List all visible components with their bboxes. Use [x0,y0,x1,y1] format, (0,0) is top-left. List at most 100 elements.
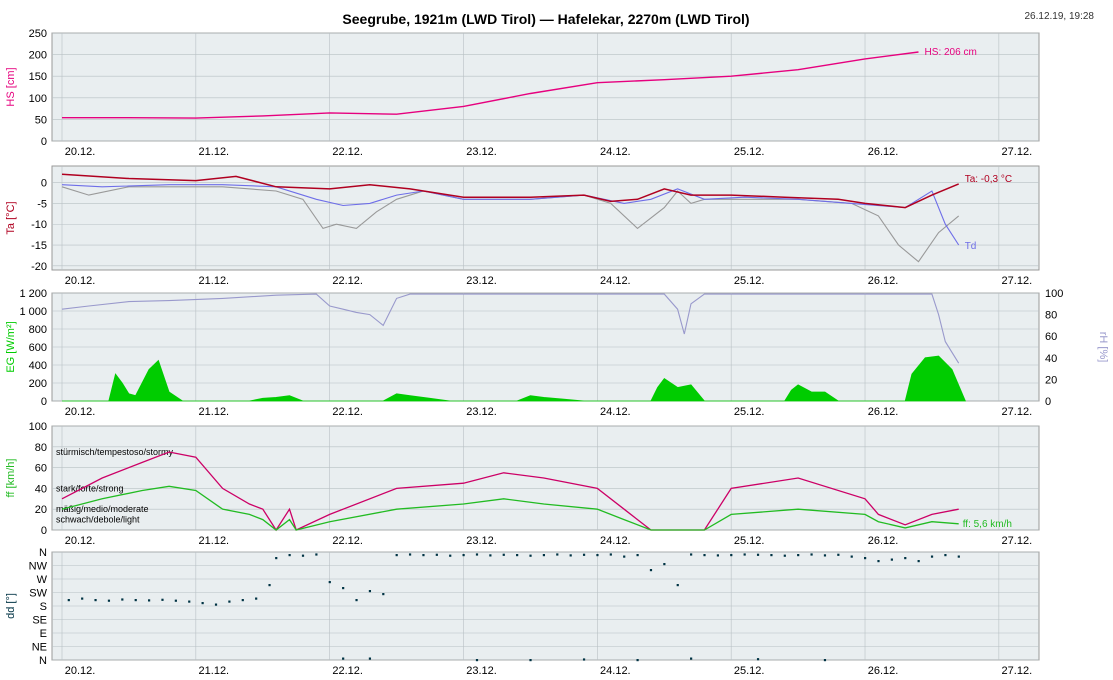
x-tick-label: 23.12. [466,406,497,418]
temp-end-label: Ta: -0,3 °C [965,174,1012,185]
direction-point [214,603,218,606]
direction-point [241,599,244,602]
direction-point [516,554,519,557]
x-tick-label: 27.12. [1002,275,1033,287]
direction-point [864,557,867,560]
x-tick-label: 22.12. [332,275,363,287]
y-axis-label: HS [cm] [5,67,17,106]
direction-point [636,659,639,662]
wind-class-label: mäßig/medio/moderate [56,504,149,514]
direction-point [756,658,760,661]
y-tick-label: 60 [35,463,47,475]
direction-point [797,554,800,557]
x-tick-label: 27.12. [1002,146,1033,158]
direction-point [556,553,559,556]
direction-point [663,563,666,566]
direction-point [475,553,479,556]
x-tick-label: 21.12. [199,275,230,287]
direction-point [529,659,532,662]
direction-point [201,602,204,605]
x-tick-label: 21.12. [199,406,230,418]
x-tick-label: 21.12. [199,146,230,158]
y-tick-label: NE [32,642,47,654]
direction-point [756,553,760,556]
direction-point [395,554,398,557]
direction-point [623,555,626,558]
x-tick-label: 20.12. [65,665,96,677]
y-tick-label: 0 [41,396,47,408]
direction-point [917,560,920,563]
x-tick-label: 25.12. [734,535,765,547]
panel-snow-depth: 0 50 100 150 200 250 20.12. 21.12. 22.12. 23.12. 2… [5,28,1040,158]
direction-point [823,659,827,662]
timestamp: 26.12.19, 19:28 [1024,11,1094,22]
y-tick-label: 200 [29,50,47,62]
direction-point [435,553,438,556]
direction-point [582,553,586,556]
direction-point [288,554,291,557]
direction-point [355,599,358,602]
y-right-tick-label: 60 [1045,331,1057,343]
direction-point [368,657,372,660]
x-tick-label: 25.12. [734,406,765,418]
direction-point [930,555,934,558]
x-tick-label: 26.12. [868,665,899,677]
y-tick-label: -5 [37,198,47,210]
chart-panels: 05010015020025020.12. 21.12. 22.12. 23.12. 2… [5,28,1109,677]
direction-point [255,597,258,600]
y-axis-label: dd [°] [5,593,17,619]
direction-point [174,599,177,602]
direction-point [462,554,465,557]
direction-point [783,554,786,557]
direction-point [315,553,318,556]
y-right-tick-label: 100 [1045,288,1063,300]
direction-point [134,599,137,602]
direction-point [890,558,893,561]
panel-background [51,165,1040,271]
y-right-tick-label: 0 [1045,396,1051,408]
x-tick-label: 21.12. [199,665,230,677]
x-tick-label: 22.12. [332,665,363,677]
direction-point [382,593,385,596]
x-tick-label: 25.12. [734,146,765,158]
direction-point [690,657,693,660]
y-tick-label: 40 [35,483,47,495]
direction-point [770,554,773,557]
y-axis-label: Ta [°C] [5,201,17,234]
y-tick-label: SW [29,588,47,600]
direction-point [268,584,271,587]
direction-point [703,554,706,557]
y-tick-label: -10 [31,219,47,231]
x-tick-label: 26.12. [868,535,899,547]
y-tick-label: SE [32,615,47,627]
y-tick-label: 150 [29,71,47,83]
direction-point [188,600,191,603]
direction-point [475,659,479,662]
panel-wind-direction: NNEESESSWWNWN20.12. 21.12. 22.12. 23.12. 24.… [5,547,1040,677]
x-tick-label: 24.12. [600,146,631,158]
direction-point [228,600,231,603]
y-tick-label: 0 [41,525,47,537]
x-tick-label: 20.12. [65,146,96,158]
y-tick-label: W [37,574,48,586]
wind-end-label: ff: 5,6 km/h [963,519,1012,530]
x-tick-label: 20.12. [65,406,96,418]
y-right-axis-label: rH [%] [1097,332,1109,363]
x-tick-label: 25.12. [734,665,765,677]
x-tick-label: 22.12. [332,146,363,158]
direction-point [904,557,907,560]
x-tick-label: 23.12. [466,275,497,287]
y-tick-label: 0 [41,136,47,148]
y-tick-label: 1 200 [19,288,47,300]
direction-point [850,555,853,558]
x-tick-label: 23.12. [466,535,497,547]
direction-point [730,554,733,557]
y-tick-label: 80 [35,442,47,454]
direction-point [121,598,124,601]
direction-point [877,560,880,563]
x-tick-label: 27.12. [1002,406,1033,418]
chart-title: Seegrube, 1921m (LWD Tirol) — Hafelekar,… [342,11,749,27]
x-tick-label: 22.12. [332,406,363,418]
direction-point [609,553,612,556]
x-tick-label: 24.12. [600,275,631,287]
